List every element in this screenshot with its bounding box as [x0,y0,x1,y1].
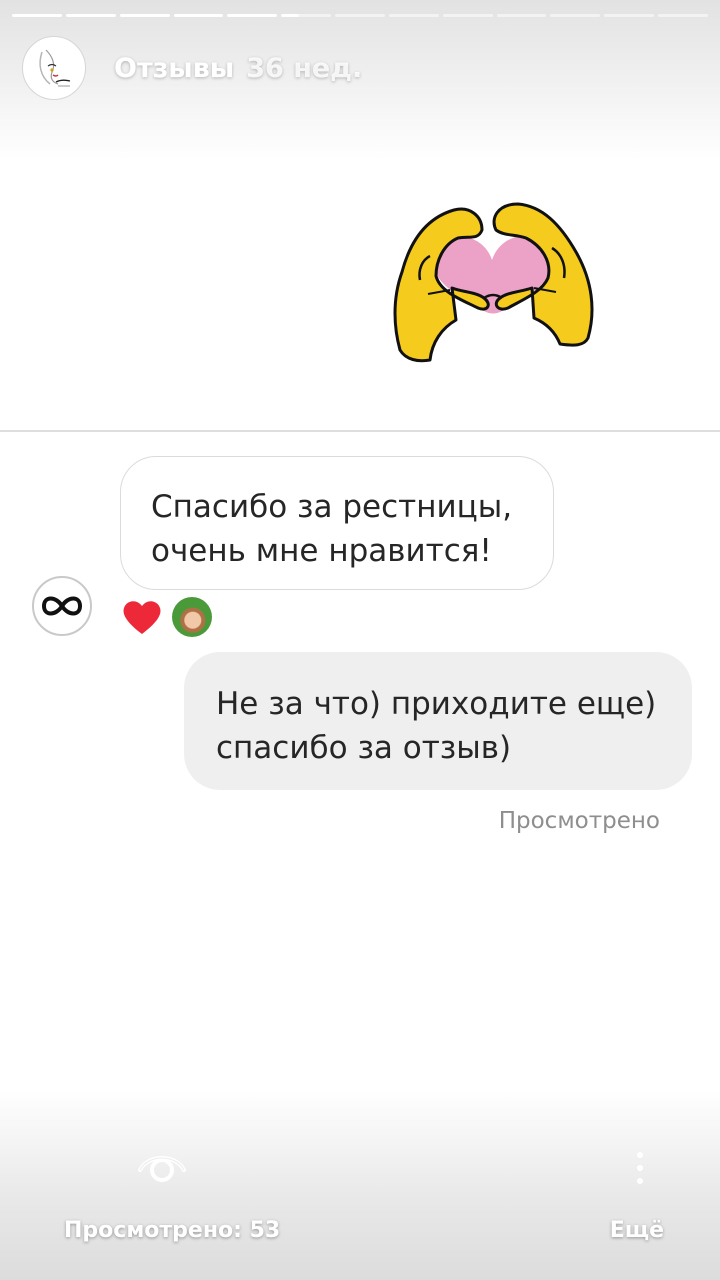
eye-icon[interactable] [136,1144,188,1186]
progress-segment [550,14,601,17]
sender-avatar[interactable] [32,576,92,636]
progress-segment [442,14,493,17]
makeup-logo-icon [29,43,79,93]
story-divider [0,430,720,432]
story-title[interactable]: Отзывы [114,53,234,84]
progress-segment [227,14,278,17]
more-vertical-icon[interactable] [630,1150,650,1186]
outgoing-message-bubble: Не за что) приходите еще) спасибо за отз… [184,652,692,790]
incoming-message-text: Спасибо за рестницы, очень мне нравится! [151,489,513,569]
progress-segment [173,14,224,17]
progress-segment [604,14,655,17]
infinity-icon [41,596,83,616]
more-button[interactable]: Ещё [610,1218,664,1243]
heart-hands-icon [393,202,594,363]
bottom-gradient [0,1090,720,1280]
progress-segment [658,14,708,17]
reaction-user-avatar[interactable] [172,597,212,637]
progress-segment [496,14,547,17]
progress-segment [119,14,170,17]
seen-status: Просмотрено [498,808,660,834]
story-avatar[interactable] [22,36,86,100]
story-age: 36 нед. [246,52,363,84]
progress-segment [388,14,439,17]
incoming-message-bubble: Спасибо за рестницы, очень мне нравится! [120,456,554,590]
progress-segment [335,14,385,17]
progress-segment [12,14,62,17]
heart-reaction-icon[interactable] [122,598,162,636]
views-count-label[interactable]: Просмотрено: 53 [64,1218,280,1243]
progress-segment [281,14,332,17]
progress-segment [65,14,116,17]
story-header: Отзывы 36 нед. [22,36,362,100]
story-progress-bar [12,14,708,18]
outgoing-message-text: Не за что) приходите еще) спасибо за отз… [216,686,657,766]
